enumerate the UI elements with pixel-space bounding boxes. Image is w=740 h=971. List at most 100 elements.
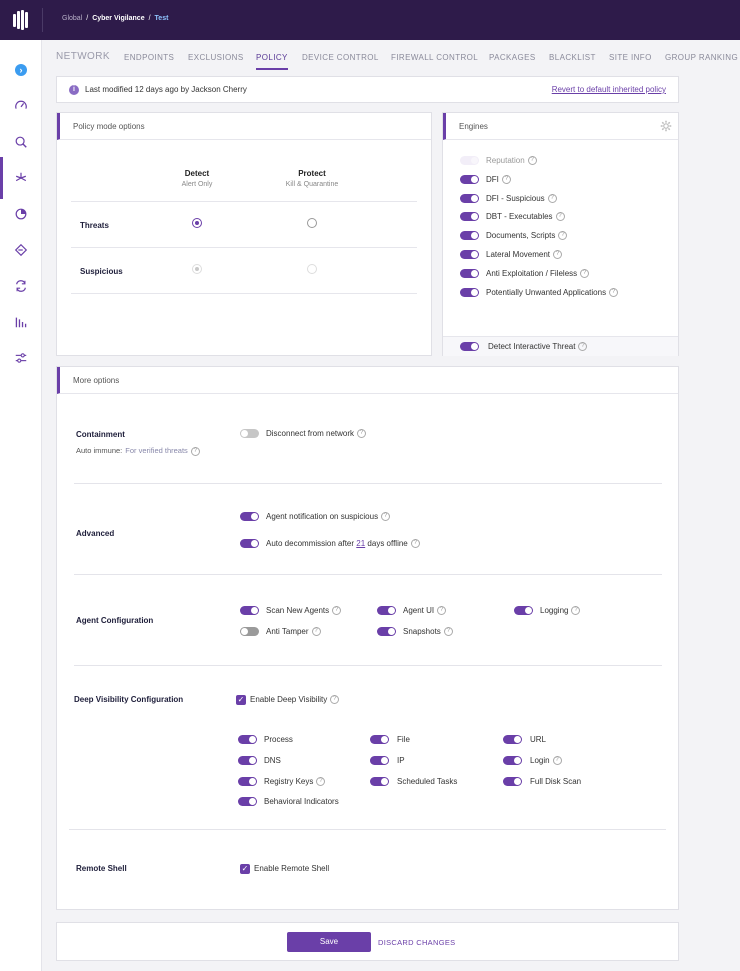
nav-sentinels[interactable] <box>0 157 42 199</box>
help-icon[interactable]: ? <box>437 606 447 616</box>
help-icon[interactable]: ? <box>330 695 340 705</box>
dns-label: DNS <box>264 756 281 765</box>
detect-interactive-threat-label: Detect Interactive Threat <box>488 342 576 351</box>
threats-protect-radio[interactable] <box>307 218 317 228</box>
anti-tamper-toggle[interactable] <box>240 627 259 636</box>
help-icon[interactable]: ? <box>578 342 588 352</box>
logo-icon[interactable] <box>12 10 30 30</box>
side-nav: › <box>0 40 42 971</box>
advanced-label: Advanced <box>76 529 115 538</box>
help-icon[interactable]: ? <box>552 756 562 766</box>
logging-toggle[interactable] <box>514 606 533 615</box>
ip-toggle[interactable] <box>370 756 389 765</box>
help-icon[interactable]: ? <box>190 446 200 456</box>
auto-decommission-toggle[interactable] <box>240 539 259 548</box>
enable-remote-shell-checkbox[interactable]: ✓ <box>240 864 250 874</box>
detect-interactive-threat-item: Detect Interactive Threat? <box>488 342 588 352</box>
discard-changes-button[interactable]: DISCARD CHANGES <box>378 938 455 947</box>
breadcrumb-account[interactable]: Cyber Vigilance <box>92 15 144 22</box>
tab-endpoints[interactable]: ENDPOINTS <box>124 53 174 62</box>
dns-toggle[interactable] <box>238 756 257 765</box>
auto-decommission-prefix: Auto decommission after <box>266 539 355 548</box>
documents-scripts-toggle[interactable] <box>460 231 479 240</box>
detect-interactive-threat-toggle[interactable] <box>460 342 479 351</box>
agent-notification-toggle[interactable] <box>240 512 259 521</box>
registry-keys-toggle[interactable] <box>238 777 257 786</box>
tab-exclusions[interactable]: EXCLUSIONS <box>188 53 244 62</box>
nav-reports[interactable] <box>0 199 42 229</box>
behavioral-indicators-toggle[interactable] <box>238 797 257 806</box>
pua-toggle[interactable] <box>460 288 479 297</box>
help-icon[interactable]: ? <box>571 606 581 616</box>
nav-activity[interactable] <box>0 271 42 301</box>
login-toggle[interactable] <box>503 756 522 765</box>
save-button[interactable]: Save <box>287 932 371 952</box>
file-toggle[interactable] <box>370 735 389 744</box>
threats-detect-radio[interactable] <box>192 218 202 228</box>
help-icon[interactable]: ? <box>443 627 453 637</box>
help-icon[interactable]: ? <box>311 627 321 637</box>
help-icon[interactable]: ? <box>555 212 565 222</box>
nav-dashboard[interactable] <box>0 91 42 121</box>
dfi-suspicious-toggle[interactable] <box>460 194 479 203</box>
sentinel-icon <box>15 172 27 182</box>
help-icon[interactable]: ? <box>381 512 391 522</box>
dashboard-gauge-icon <box>15 100 27 109</box>
login-label: Login <box>530 756 550 765</box>
revert-policy-link[interactable]: Revert to default inherited policy <box>552 85 666 94</box>
suspicious-protect-radio[interactable] <box>307 264 317 274</box>
help-icon[interactable]: ? <box>332 606 342 616</box>
nav-ranger[interactable] <box>0 235 42 265</box>
snapshots-toggle[interactable] <box>377 627 396 636</box>
help-icon[interactable]: ? <box>316 777 326 787</box>
dfi-toggle[interactable] <box>460 175 479 184</box>
help-icon[interactable]: ? <box>410 539 420 549</box>
disconnect-toggle[interactable] <box>240 429 259 438</box>
scan-new-agents-label: Scan New Agents <box>266 606 330 615</box>
help-icon[interactable]: ? <box>357 429 367 439</box>
nav-analytics[interactable] <box>0 307 42 337</box>
tab-site-info[interactable]: SITE INFO <box>609 53 652 62</box>
tab-device-control[interactable]: DEVICE CONTROL <box>302 53 379 62</box>
help-icon[interactable]: ? <box>553 250 563 260</box>
dbt-executables-item: DBT - Executables? <box>486 212 565 222</box>
scan-new-agents-toggle[interactable] <box>240 606 259 615</box>
help-icon[interactable]: ? <box>501 175 511 185</box>
gear-icon[interactable] <box>660 120 672 132</box>
snapshots-label: Snapshots <box>403 627 441 636</box>
tab-firewall-control[interactable]: FIREWALL CONTROL <box>391 53 478 62</box>
help-icon[interactable]: ? <box>609 288 619 298</box>
enable-deep-visibility-checkbox[interactable]: ✓ <box>236 695 246 705</box>
help-icon[interactable]: ? <box>527 156 537 166</box>
tab-blacklist[interactable]: BLACKLIST <box>549 53 596 62</box>
nav-settings[interactable] <box>0 343 42 373</box>
agent-ui-toggle[interactable] <box>377 606 396 615</box>
process-toggle[interactable] <box>238 735 257 744</box>
suspicious-detect-radio[interactable] <box>192 264 202 274</box>
reputation-toggle[interactable] <box>460 156 479 165</box>
detect-column-header: Detect Alert Only <box>152 169 242 188</box>
chevron-right-icon: › <box>15 64 27 76</box>
decommission-days-input[interactable]: 21 <box>356 539 365 548</box>
tab-network[interactable]: NETWORK <box>56 51 110 62</box>
help-icon[interactable]: ? <box>580 269 590 279</box>
dbt-executables-toggle[interactable] <box>460 212 479 221</box>
divider <box>74 574 662 575</box>
tab-policy[interactable]: POLICY <box>256 53 288 70</box>
scheduled-tasks-toggle[interactable] <box>370 777 389 786</box>
help-icon[interactable]: ? <box>558 231 568 241</box>
policy-mode-card: Policy mode options Detect Alert Only Pr… <box>56 112 432 356</box>
auto-immune-value[interactable]: For verified threats <box>125 446 188 455</box>
breadcrumb-global[interactable]: Global <box>62 15 82 22</box>
process-label: Process <box>264 735 293 744</box>
help-icon[interactable]: ? <box>547 194 557 204</box>
tab-group-ranking[interactable]: GROUP RANKING <box>665 53 738 62</box>
full-disk-scan-toggle[interactable] <box>503 777 522 786</box>
url-toggle[interactable] <box>503 735 522 744</box>
tab-packages[interactable]: PACKAGES <box>489 53 536 62</box>
nav-search[interactable] <box>0 127 42 157</box>
anti-exploitation-toggle[interactable] <box>460 269 479 278</box>
expand-nav-button[interactable]: › <box>0 55 42 85</box>
lateral-movement-toggle[interactable] <box>460 250 479 259</box>
breadcrumb-group[interactable]: Test <box>155 15 169 22</box>
